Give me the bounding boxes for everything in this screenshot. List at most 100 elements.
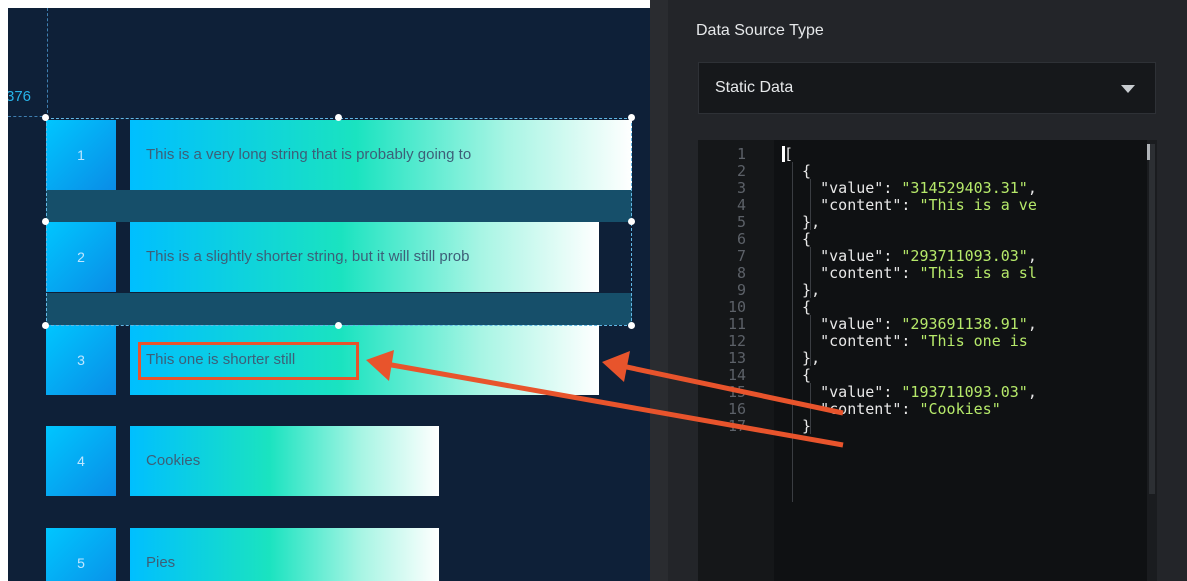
ranking-bar: Pies — [130, 528, 439, 581]
resize-handle-top-left[interactable] — [42, 114, 49, 121]
resize-handle-top-right[interactable] — [628, 114, 635, 121]
selection-band — [46, 190, 632, 222]
line-number: 15 — [727, 383, 746, 401]
code-line: { — [784, 299, 811, 316]
ranking-bar-label: This is a very long string that is proba… — [146, 146, 472, 163]
annotation-highlight-box — [138, 342, 359, 380]
code-editor[interactable]: 1 2 3 4 5 6 7 8 9 10 11 12 13 14 15 16 17 [ { "value": "… — [698, 140, 1157, 581]
config-panel: Data Source Type Static Data 1 2 3 4 5 6 7 8 9 10… — [668, 0, 1187, 581]
caret-down-icon — [1121, 85, 1135, 93]
data-source-type-label: Data Source Type — [696, 22, 824, 39]
code-token: [ — [784, 145, 794, 163]
code-token: { — [784, 230, 812, 248]
ranking-row[interactable]: 4 Cookies — [46, 426, 632, 496]
resize-handle-top[interactable] — [335, 114, 342, 121]
rank-badge: 1 — [46, 120, 116, 190]
resize-handle-bottom-left[interactable] — [42, 322, 49, 329]
code-token: }, — [784, 281, 821, 299]
code-token: "value": — [784, 247, 902, 265]
code-line: "content": "Cookies" — [784, 401, 1001, 418]
resize-handle-bottom-right[interactable] — [628, 322, 635, 329]
ranking-row[interactable]: 5 Pies — [46, 528, 632, 581]
code-token: "content": — [784, 332, 920, 350]
indent-guide — [792, 162, 793, 502]
code-token: { — [784, 298, 812, 316]
code-token: { — [784, 366, 812, 384]
line-number: 7 — [736, 247, 746, 265]
ranking-bar-label: Cookies — [146, 452, 201, 469]
code-token: "content": — [784, 264, 920, 282]
code-line: } — [784, 418, 811, 435]
ranking-bar: Cookies — [130, 426, 439, 496]
line-number: 8 — [736, 264, 746, 282]
code-string-token: "193711093.03" — [901, 383, 1028, 401]
line-number: 2 — [736, 162, 746, 180]
code-string-token: "Cookies" — [919, 400, 1001, 418]
ranking-bar: This is a very long string that is proba… — [130, 120, 632, 190]
code-token: "value": — [784, 383, 902, 401]
code-string-token: "This one is — [919, 332, 1028, 350]
code-token: "content": — [784, 196, 920, 214]
line-number-gutter: 1 2 3 4 5 6 7 8 9 10 11 12 13 14 15 16 17 — [698, 140, 774, 581]
code-token: , — [1027, 247, 1037, 265]
code-line: { — [784, 367, 811, 384]
code-line: "value": "193711093.03", — [784, 384, 1037, 401]
code-token: }, — [784, 349, 821, 367]
ranking-bar-label: This is a slightly shorter string, but i… — [146, 248, 470, 265]
code-token: } — [784, 417, 812, 435]
line-number: 17 — [727, 417, 746, 435]
code-line: }, — [784, 214, 820, 231]
editor-scroll-thumb[interactable] — [1149, 144, 1155, 494]
ranking-bar: This is a slightly shorter string, but i… — [130, 222, 599, 292]
line-number: 12 — [727, 332, 746, 350]
code-token: , — [1027, 383, 1037, 401]
panel-divider[interactable] — [650, 0, 668, 581]
indent-guide — [810, 315, 811, 366]
code-token: , — [1027, 315, 1037, 333]
ranking-bar-label: Pies — [146, 554, 176, 571]
code-token: "value": — [784, 179, 902, 197]
rank-badge: 3 — [46, 325, 116, 395]
resize-handle-right[interactable] — [628, 218, 635, 225]
resize-handle-bottom[interactable] — [335, 322, 342, 329]
code-token: { — [784, 162, 812, 180]
code-token: "content": — [784, 400, 920, 418]
canvas-preview[interactable]: 376 1 This is a very long string that is… — [8, 8, 650, 581]
line-number: 4 — [736, 196, 746, 214]
vertical-guide-line — [47, 8, 48, 113]
code-string-token: "This is a ve — [919, 196, 1037, 214]
code-string-token: "293691138.91" — [901, 315, 1028, 333]
code-string-token: "314529403.31" — [901, 179, 1028, 197]
ranking-row[interactable]: 1 This is a very long string that is pro… — [46, 120, 632, 190]
rank-badge: 5 — [46, 528, 116, 581]
line-number: 5 — [736, 213, 746, 231]
code-line: "value": "314529403.31", — [784, 180, 1037, 197]
code-line: "content": "This is a ve — [784, 197, 1037, 214]
code-token: }, — [784, 213, 821, 231]
indent-guide — [810, 179, 811, 230]
editor-scroll-indicator — [1147, 144, 1150, 160]
line-number: 11 — [727, 315, 746, 333]
code-token: , — [1027, 179, 1037, 197]
line-number: 9 — [736, 281, 746, 299]
code-line: "content": "This one is — [784, 333, 1028, 350]
code-string-token: "293711093.03" — [901, 247, 1028, 265]
selection-band — [46, 293, 632, 325]
code-line: { — [784, 163, 811, 180]
line-number: 10 — [727, 298, 746, 316]
code-line: "value": "293691138.91", — [784, 316, 1037, 333]
code-line: }, — [784, 282, 820, 299]
indent-guide — [810, 247, 811, 298]
code-line: "value": "293711093.03", — [784, 248, 1037, 265]
resize-handle-left[interactable] — [42, 218, 49, 225]
code-line: }, — [784, 350, 820, 367]
line-number: 16 — [727, 400, 746, 418]
code-line: { — [784, 231, 811, 248]
ranking-row[interactable]: 2 This is a slightly shorter string, but… — [46, 222, 632, 292]
line-number: 14 — [727, 366, 746, 384]
line-number: 1 — [736, 145, 746, 163]
rank-badge: 4 — [46, 426, 116, 496]
select-value: Static Data — [715, 79, 794, 96]
data-source-type-select[interactable]: Static Data — [698, 62, 1156, 114]
rank-badge: 2 — [46, 222, 116, 292]
